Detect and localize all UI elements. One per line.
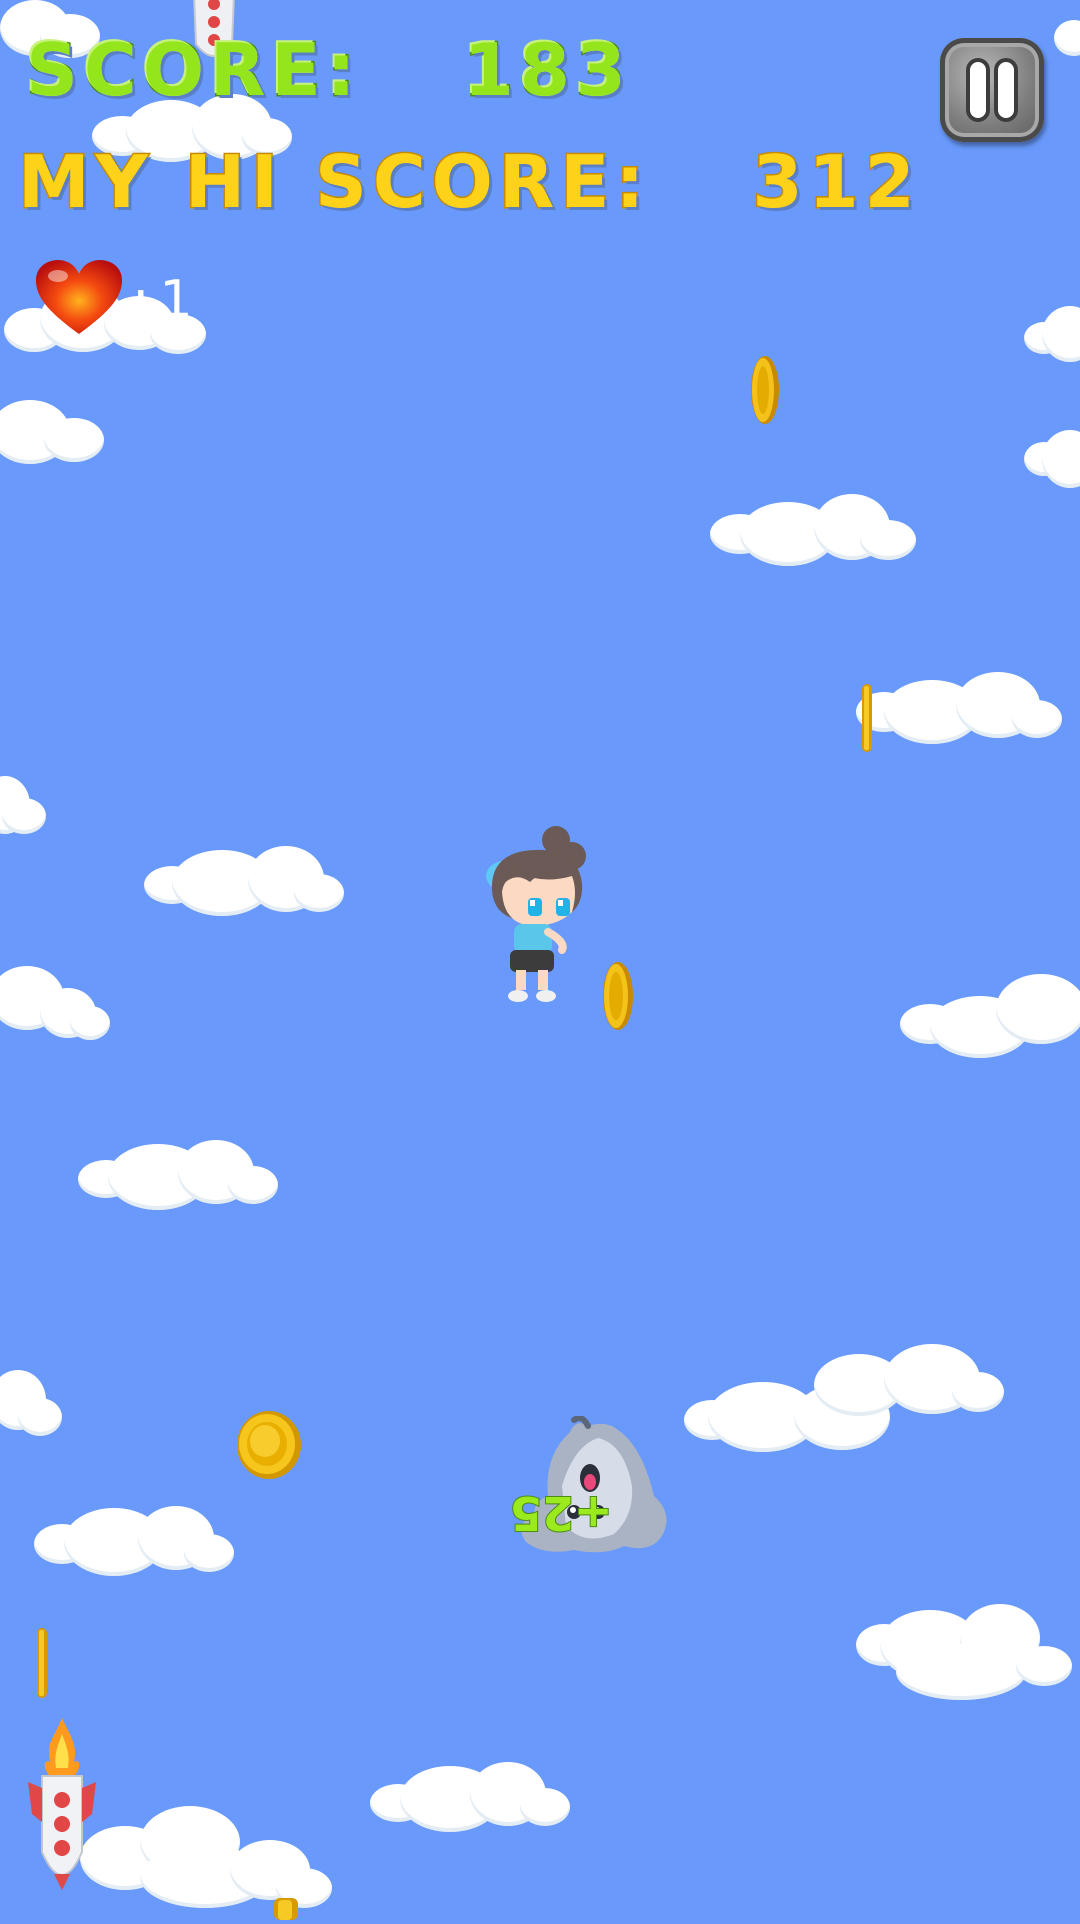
cloud — [856, 1604, 1072, 1700]
cloud — [0, 1370, 70, 1440]
cloud — [370, 1762, 570, 1836]
hiscore-display: MY HI SCORE: 312 — [16, 139, 921, 226]
floating-points-text: +25 — [509, 1485, 614, 1541]
hiscore-value: 312 — [751, 139, 921, 226]
coin-icon — [236, 1410, 302, 1480]
lives-counter: : 1 — [36, 260, 193, 340]
coin-icon — [36, 1628, 48, 1698]
coin-icon — [272, 1898, 300, 1920]
cloud — [684, 1344, 1004, 1454]
rocket-icon — [24, 1718, 100, 1898]
cloud — [856, 672, 1062, 746]
cloud — [78, 1140, 278, 1214]
score-label: SCORE: — [24, 27, 362, 114]
pause-button[interactable] — [940, 38, 1044, 142]
score-display: SCORE: 183 — [24, 27, 632, 114]
coin-icon — [602, 960, 634, 1032]
cloud — [0, 390, 110, 470]
player-character — [474, 826, 604, 1006]
cloud — [34, 1506, 234, 1580]
cloud — [144, 846, 344, 920]
score-value: 183 — [462, 27, 632, 114]
coin-icon — [860, 684, 874, 752]
cloud — [710, 494, 916, 568]
cloud — [900, 974, 1080, 1060]
cloud — [1054, 20, 1080, 60]
cloud — [1024, 430, 1080, 490]
cloud — [1024, 306, 1080, 366]
coin-icon — [750, 354, 780, 426]
heart-icon — [36, 260, 122, 340]
cloud — [0, 966, 110, 1046]
hiscore-label: MY HI SCORE: — [16, 139, 651, 226]
lives-separator: : — [132, 270, 150, 330]
lives-count: 1 — [159, 270, 193, 330]
cloud — [0, 770, 50, 840]
